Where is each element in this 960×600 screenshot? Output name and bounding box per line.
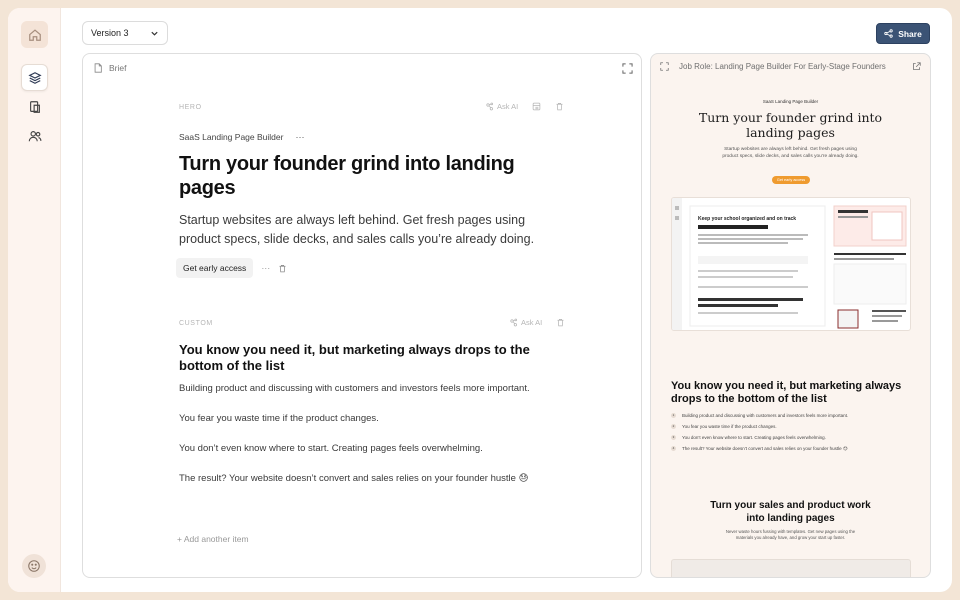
preview-headline: Turn your founder grind into landing pag…: [698, 110, 883, 140]
preview-eyebrow: SaaS Landing Page Builder: [762, 99, 819, 104]
preview-title: Job Role: Landing Page Builder For Early…: [679, 61, 886, 71]
preview-list-item-text: The result? Your website doesn’t convert…: [682, 445, 848, 451]
hero-section-label: HERO: [179, 104, 202, 111]
hero-cta-row: Get early access ···: [176, 258, 287, 278]
preview-section2-list: 1 Building product and discussing with cu…: [671, 410, 911, 454]
trash-icon[interactable]: [555, 102, 564, 111]
custom-paragraph: You fear you waste time if the product c…: [179, 413, 379, 424]
custom-ask-ai-label: Ask AI: [521, 318, 543, 327]
preview-cta-button: Get early access: [772, 176, 810, 184]
share-button[interactable]: Share: [876, 23, 930, 44]
preview-section3-title: Turn your sales and product work into la…: [710, 500, 871, 524]
preview-bottom-card: [671, 559, 911, 577]
hero-title[interactable]: Turn your founder grind into landing pag…: [179, 152, 549, 200]
preview-list-item-text: You fear you waste time if the product c…: [682, 424, 777, 429]
preview-list-item-text: Building product and discussing with cus…: [682, 413, 849, 418]
left-rail: [8, 8, 61, 592]
brief-editor: Brief HERO Ask AI SaaS Landing Page Buil…: [82, 53, 642, 578]
brief-label: Brief: [109, 63, 127, 73]
preview-shot-heading: Keep your school organized and on track: [698, 216, 798, 223]
page-preview: Job Role: Landing Page Builder For Early…: [650, 53, 931, 578]
sidebar-item-users[interactable]: [21, 122, 48, 149]
hero-ask-ai-button[interactable]: Ask AI: [485, 102, 518, 111]
get-early-access-button[interactable]: Get early access: [176, 258, 254, 278]
preview-subtitle: Startup websites are always left behind.…: [722, 147, 859, 159]
cta-trash-icon[interactable]: [278, 264, 287, 273]
share-label: Share: [898, 28, 922, 39]
users-icon: [28, 130, 41, 141]
hero-eyebrow-text[interactable]: SaaS Landing Page Builder: [179, 132, 283, 142]
document-icon: [94, 63, 102, 73]
custom-paragraph: You don’t even know where to start. Crea…: [179, 443, 483, 454]
preview-expand-icon[interactable]: [660, 61, 669, 71]
preview-list-item-text: You don’t even know where to start. Crea…: [682, 435, 826, 440]
preview-list-item: 1 Building product and discussing with cu…: [671, 410, 911, 421]
open-external-icon[interactable]: [912, 61, 921, 71]
preview-product-screenshot: Keep your school organized and on track: [671, 197, 911, 331]
share-icon: [884, 29, 893, 38]
brief-header: Brief: [93, 63, 126, 73]
hero-subtitle[interactable]: Startup websites are always left behind.…: [179, 211, 549, 249]
home-button[interactable]: [21, 21, 48, 48]
custom-section-label: CUSTOM: [179, 320, 213, 327]
user-avatar-button[interactable]: [22, 554, 46, 578]
preview-section2-title: You know you need it, but marketing alwa…: [671, 380, 902, 405]
hero-section-actions: Ask AI: [485, 102, 564, 111]
custom-paragraph: Building product and discussing with cus…: [179, 383, 530, 394]
sidebar-item-pages[interactable]: [21, 93, 48, 120]
chevron-down-icon: [151, 31, 158, 36]
layers-icon: [27, 71, 42, 84]
custom-paragraph: The result? Your website doesn’t convert…: [179, 473, 529, 484]
add-another-item-button[interactable]: + Add another item: [177, 534, 249, 544]
custom-ask-ai-button[interactable]: Ask AI: [509, 318, 542, 327]
cta-more-icon[interactable]: ···: [261, 263, 270, 273]
list-bullet-icon: 2: [671, 424, 676, 429]
sparkle-icon: [486, 102, 494, 111]
custom-body[interactable]: Building product and discussing with cus…: [179, 381, 549, 501]
pages-icon: [29, 100, 40, 113]
preview-list-item: 3 You don’t even know where to start. Cre…: [671, 432, 911, 443]
sidebar-item-layers[interactable]: [21, 64, 48, 91]
preview-header: Job Role: Landing Page Builder For Early…: [651, 54, 930, 78]
smiley-icon: [28, 560, 40, 572]
hero-more-icon[interactable]: ···: [295, 132, 304, 142]
custom-section-actions: Ask AI: [509, 318, 565, 327]
hero-ask-ai-label: Ask AI: [497, 102, 519, 111]
preview-section3-subtitle: Never waste hours fussing with templates…: [725, 529, 856, 540]
expand-icon[interactable]: [622, 63, 633, 74]
list-bullet-icon: 1: [671, 413, 676, 418]
list-bullet-icon: 4: [671, 446, 676, 451]
preview-list-item: 2 You fear you waste time if the product …: [671, 421, 911, 432]
version-select[interactable]: Version 3: [82, 21, 168, 45]
app-window: Version 3 Share Brief HERO Ask AI SaaS L…: [8, 8, 952, 592]
list-bullet-icon: 3: [671, 435, 676, 440]
version-label: Version 3: [91, 28, 129, 38]
custom-title[interactable]: You know you need it, but marketing alwa…: [179, 342, 549, 374]
preview-list-item: 4 The result? Your website doesn’t conver…: [671, 443, 911, 454]
hero-eyebrow: SaaS Landing Page Builder ···: [179, 132, 304, 142]
home-icon: [28, 28, 41, 41]
trash-icon[interactable]: [556, 318, 565, 327]
sparkle-icon: [510, 318, 518, 327]
main-area: Version 3 Share Brief HERO Ask AI SaaS L…: [61, 8, 952, 592]
layout-icon[interactable]: [532, 102, 541, 111]
